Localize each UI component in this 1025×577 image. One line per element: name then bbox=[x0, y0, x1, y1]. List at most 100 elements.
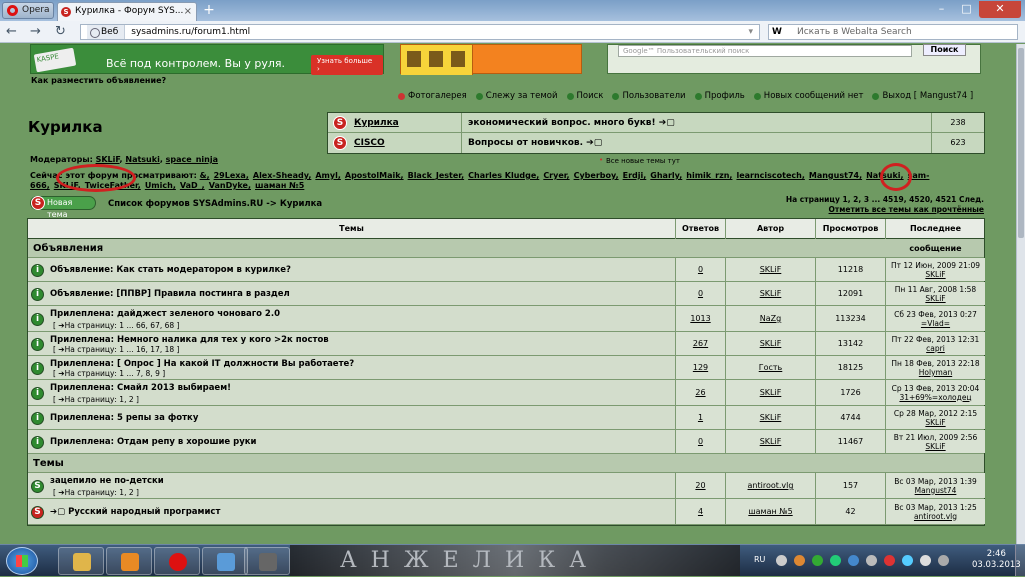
topic-pages[interactable]: [ ➔На страницу: 1, 2 ] bbox=[53, 395, 139, 404]
subforum-name-link[interactable]: Курилка bbox=[354, 118, 399, 128]
topic-title-link[interactable]: Прилеплена: 5 репы за фотку bbox=[50, 413, 675, 423]
author-link[interactable]: SKLiF bbox=[760, 265, 782, 274]
replies-link[interactable]: 0 bbox=[698, 289, 703, 298]
address-field[interactable]: Веб sysadmins.ru/forum1.html ▾ bbox=[80, 24, 760, 40]
maximize-button[interactable]: □ bbox=[954, 1, 979, 18]
taskbar-opera[interactable] bbox=[154, 547, 200, 575]
topic-icon[interactable]: S bbox=[31, 505, 44, 519]
subforum-last-post-link[interactable]: экономический вопрос. много букв! ➔▢ bbox=[462, 113, 932, 133]
clock[interactable]: 2:46 03.03.2013 bbox=[972, 549, 1021, 571]
last-post-user[interactable]: antiroot.vlg bbox=[914, 512, 957, 521]
viewer-link[interactable]: VanDyke, bbox=[209, 181, 251, 190]
author-link[interactable]: SKLiF bbox=[760, 339, 782, 348]
info-icon[interactable]: i bbox=[31, 263, 44, 277]
new-topic-button[interactable]: S Новая тема bbox=[30, 196, 96, 219]
dropdown-arrow-icon[interactable]: ▾ bbox=[748, 25, 753, 39]
info-icon[interactable]: i bbox=[31, 337, 44, 351]
show-desktop-button[interactable] bbox=[1015, 545, 1025, 576]
topic-title-link[interactable]: Объявление: Как стать модератором в кури… bbox=[50, 265, 675, 275]
google-search-button[interactable]: Поиск bbox=[923, 44, 966, 56]
info-icon[interactable]: i bbox=[31, 287, 44, 301]
moderator-link[interactable]: SKLiF bbox=[96, 155, 120, 164]
tray-app-icon[interactable] bbox=[938, 555, 949, 566]
minimize-button[interactable]: – bbox=[929, 1, 954, 18]
replies-link[interactable]: 129 bbox=[693, 363, 708, 372]
viewer-link[interactable]: TwiceFather, bbox=[85, 181, 141, 190]
page-links[interactable]: На страницу 1, 2, 3 ... 4519, 4520, 4521… bbox=[786, 195, 984, 205]
mark-all-read-link[interactable]: Отметить все темы как прочтённые bbox=[786, 205, 984, 215]
viewer-link[interactable]: &, bbox=[200, 171, 210, 180]
replies-link[interactable]: 1013 bbox=[690, 314, 710, 323]
taskbar-explorer[interactable] bbox=[58, 547, 104, 575]
replies-link[interactable]: 26 bbox=[695, 388, 705, 397]
kaspersky-banner[interactable]: KASPE Всё под контролем. Вы у руля. Узна… bbox=[30, 44, 384, 75]
viewer-link[interactable]: Black_Jester, bbox=[408, 171, 465, 180]
viewer-link[interactable]: SKLiF, bbox=[54, 181, 81, 190]
author-link[interactable]: SKLiF bbox=[760, 437, 782, 446]
last-post-user[interactable]: SKLiF bbox=[925, 442, 945, 451]
tray-app-icon[interactable] bbox=[812, 555, 823, 566]
author-link[interactable]: SKLiF bbox=[760, 289, 782, 298]
tray-app-icon[interactable] bbox=[848, 555, 859, 566]
last-post-user[interactable]: 31+69%=холодец bbox=[899, 393, 971, 402]
info-icon[interactable]: i bbox=[31, 435, 44, 449]
last-post-user[interactable]: SKLiF bbox=[925, 294, 945, 303]
moderator-link[interactable]: space_ninja bbox=[166, 155, 218, 164]
last-post-user[interactable]: Holyman bbox=[919, 368, 952, 377]
replies-link[interactable]: 1 bbox=[698, 413, 703, 422]
viewer-link[interactable]: Mangust74, bbox=[809, 171, 862, 180]
tray-app-icon[interactable] bbox=[830, 555, 841, 566]
author-link[interactable]: SKLiF bbox=[760, 413, 782, 422]
replies-link[interactable]: 0 bbox=[698, 437, 703, 446]
volume-icon[interactable] bbox=[920, 555, 931, 566]
topic-title-link[interactable]: ➔▢ Русский народный програмист bbox=[50, 507, 675, 517]
taskbar-download[interactable] bbox=[202, 547, 248, 575]
nav-gallery[interactable]: Фотогалерея bbox=[398, 91, 467, 101]
topic-pages[interactable]: [ ➔На страницу: 1, 2 ] bbox=[53, 488, 139, 497]
taskbar-media[interactable] bbox=[106, 547, 152, 575]
topic-title-link[interactable]: Прилеплена: Немного налика для тех у ког… bbox=[50, 335, 675, 345]
nav-users[interactable]: Пользователи bbox=[612, 91, 686, 101]
address-scheme-badge[interactable]: Веб bbox=[87, 25, 126, 39]
how-to-place-ad-link[interactable]: Как разместить объявление? bbox=[31, 76, 166, 85]
tray-app-icon[interactable] bbox=[866, 555, 877, 566]
replies-link[interactable]: 267 bbox=[693, 339, 708, 348]
viewer-link[interactable]: Gharly, bbox=[650, 171, 682, 180]
last-post-user[interactable]: SKLiF bbox=[925, 418, 945, 427]
viewer-link[interactable]: Natsuki, bbox=[866, 171, 903, 180]
start-button[interactable] bbox=[6, 547, 38, 575]
viewer-link[interactable]: Amyl, bbox=[315, 171, 341, 180]
search-engine-icon[interactable]: W bbox=[772, 25, 782, 39]
taskbar-game[interactable] bbox=[244, 547, 290, 575]
close-window-button[interactable]: ✕ bbox=[979, 1, 1021, 18]
nav-messages[interactable]: Новых сообщений нет bbox=[753, 91, 863, 101]
author-link[interactable]: шаман №5 bbox=[748, 507, 792, 516]
author-link[interactable]: NaZg bbox=[760, 314, 781, 323]
topic-title-link[interactable]: Объявление: [ППВР] Правила постинга в ра… bbox=[50, 289, 675, 299]
viewer-link[interactable]: Umich, bbox=[145, 181, 176, 190]
author-link[interactable]: SKLiF bbox=[760, 388, 782, 397]
nav-profile[interactable]: Профиль bbox=[694, 91, 745, 101]
last-post-user[interactable]: =Vlad= bbox=[921, 319, 950, 328]
replies-link[interactable]: 0 bbox=[698, 265, 703, 274]
replies-link[interactable]: 4 bbox=[698, 507, 703, 516]
viewer-link[interactable]: Cryer, bbox=[543, 171, 569, 180]
viewer-link[interactable]: ApostolMaik, bbox=[345, 171, 404, 180]
viewer-link[interactable]: шаман №5 bbox=[255, 181, 304, 190]
network-icon[interactable] bbox=[902, 555, 913, 566]
orange-banner[interactable] bbox=[400, 44, 582, 75]
google-search-input[interactable]: Google™ Пользовательский поиск bbox=[618, 45, 912, 57]
language-indicator[interactable]: RU bbox=[754, 555, 765, 564]
search-input[interactable]: W Искать в Webalta Search bbox=[768, 24, 1018, 40]
new-tab-button[interactable]: + bbox=[201, 3, 217, 18]
info-icon[interactable]: i bbox=[31, 361, 44, 375]
topic-pages[interactable]: [ ➔На страницу: 1 ... 16, 17, 18 ] bbox=[53, 345, 179, 354]
nav-search[interactable]: Поиск bbox=[566, 91, 603, 101]
viewer-link[interactable]: learnciscotech, bbox=[736, 171, 804, 180]
replies-link[interactable]: 20 bbox=[695, 481, 705, 490]
topic-pages[interactable]: [ ➔На страницу: 1 ... 66, 67, 68 ] bbox=[53, 321, 179, 330]
viewer-link[interactable]: VaD_, bbox=[180, 181, 205, 190]
info-icon[interactable]: i bbox=[31, 411, 44, 425]
back-button[interactable]: ← bbox=[6, 24, 17, 40]
browser-tab[interactable]: S Курилка - Форум SYS... × bbox=[57, 2, 197, 21]
